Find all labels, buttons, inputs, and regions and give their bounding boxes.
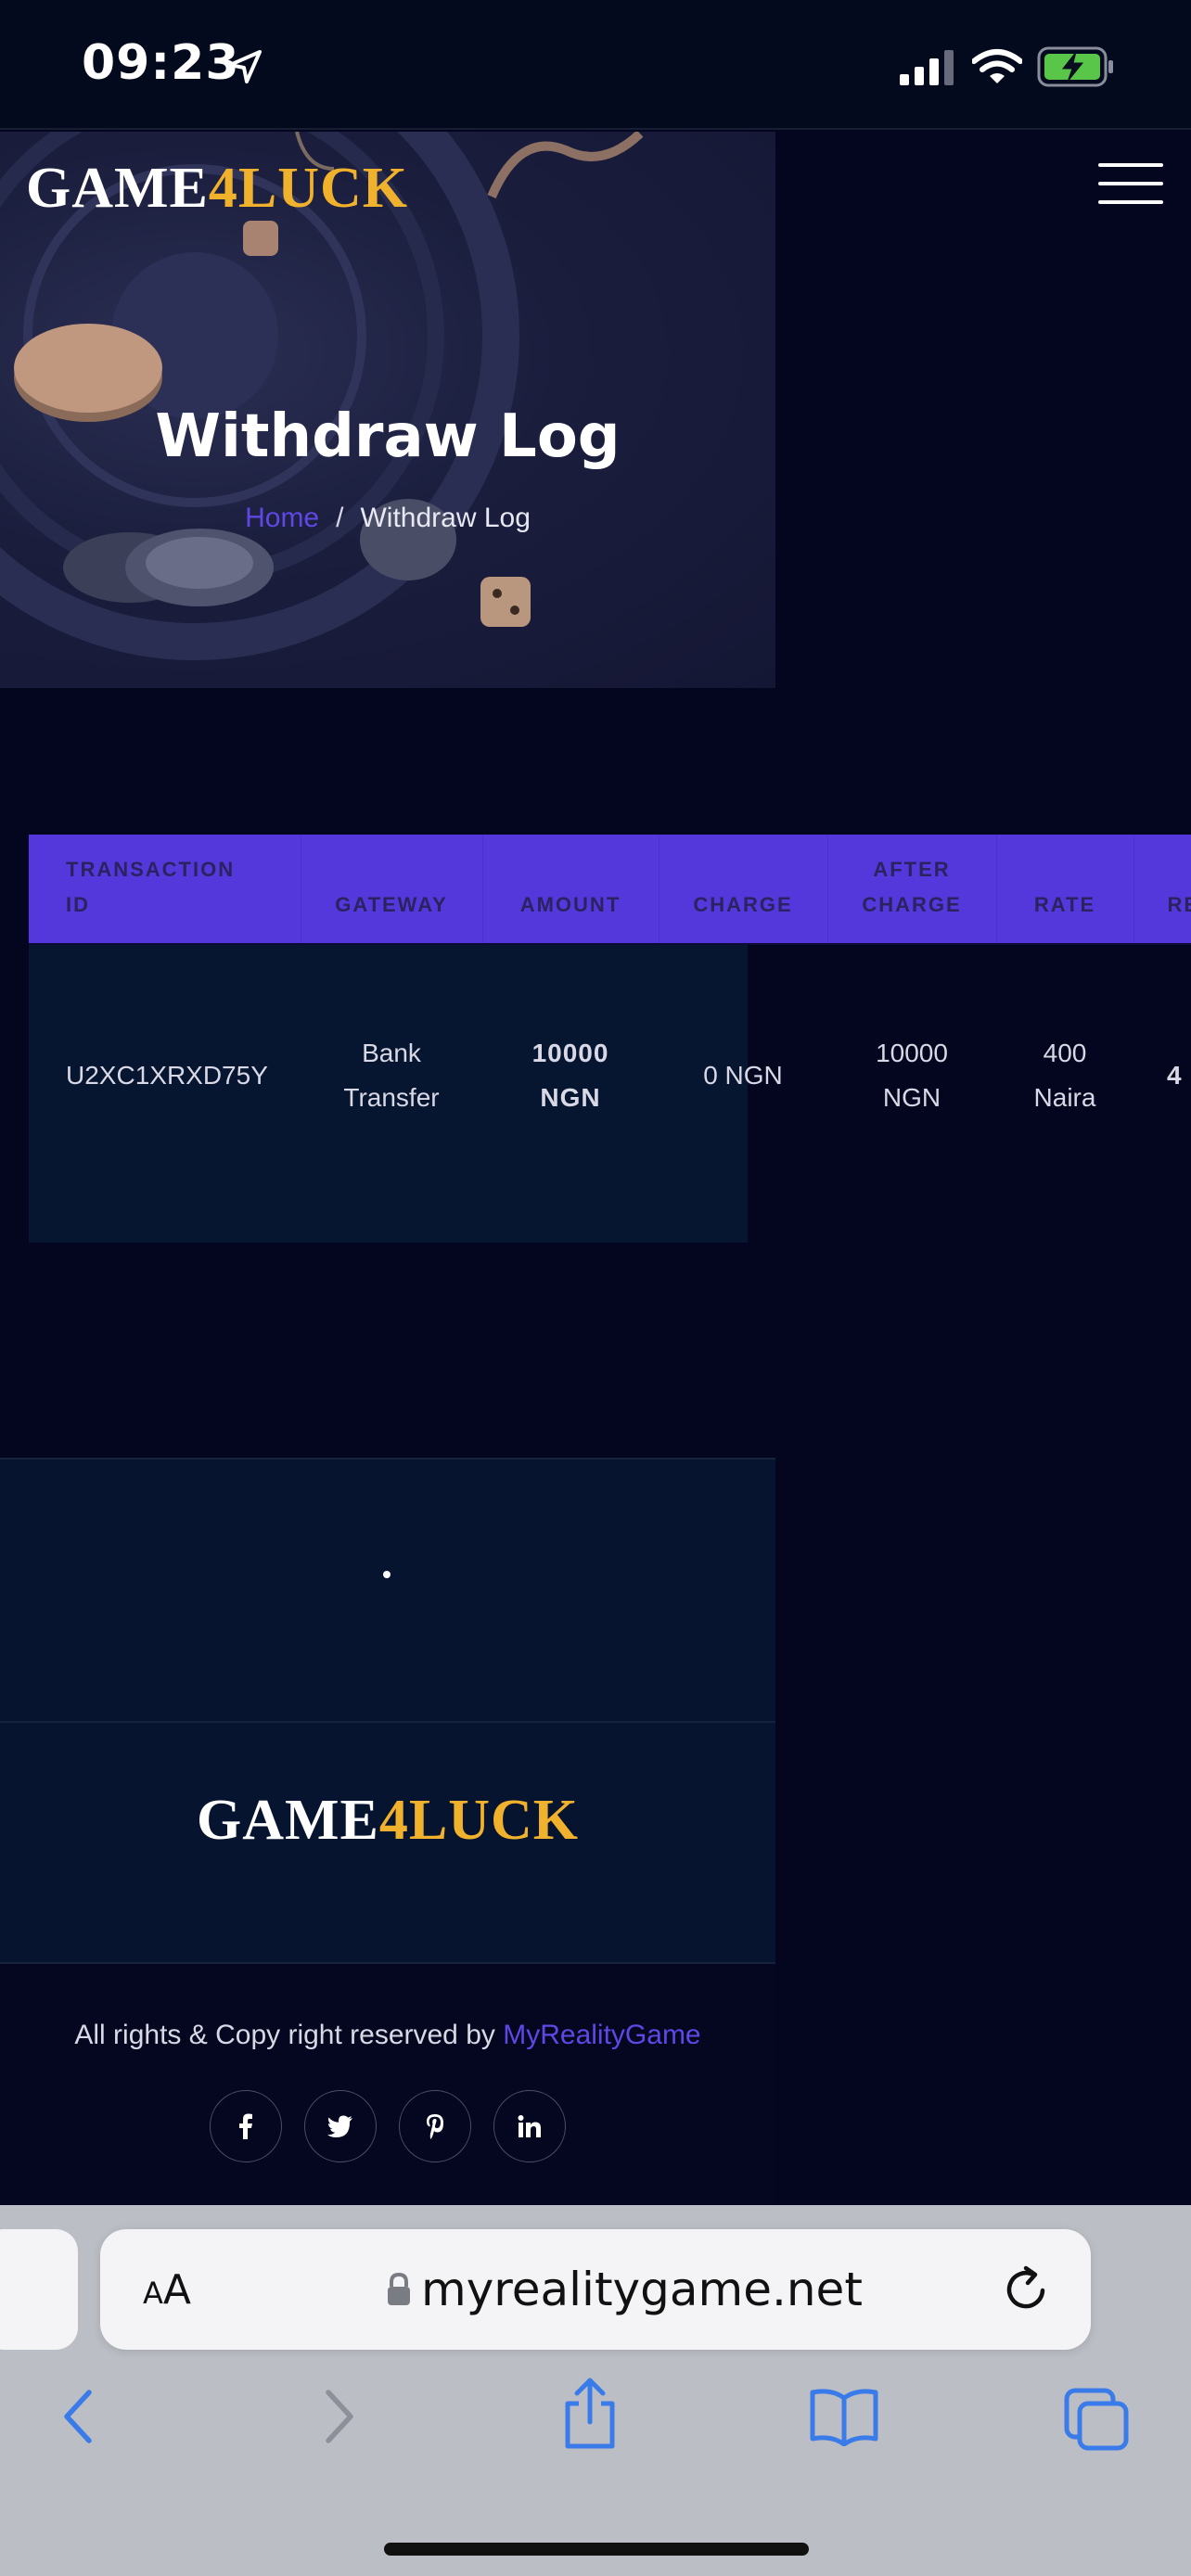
footer-bottom-section: All rights & Copy right reserved by MyRe…	[0, 1964, 775, 2205]
url-text[interactable]: myrealitygame.net	[421, 2263, 863, 2316]
column-header-charge: CHARGE	[659, 835, 828, 945]
column-header-after-charge: AFTER CHARGE	[827, 835, 997, 945]
copyright-text: All rights & Copy right reserved by MyRe…	[0, 2020, 775, 2051]
status-time: 09:23	[82, 35, 240, 91]
footer-logo[interactable]: GAME4LUCK	[0, 1788, 775, 1854]
pinterest-icon[interactable]	[399, 2090, 471, 2162]
lock-icon	[388, 2272, 410, 2305]
location-arrow-icon	[228, 50, 262, 83]
column-header-receivable: RE	[1133, 835, 1191, 945]
withdraw-log-table-container[interactable]: TRANSACTION ID GATEWAY AMOUNT CHARGE AFTE…	[29, 835, 1191, 1270]
status-bar: 09:23	[0, 0, 1191, 130]
copyright-brand-link[interactable]: MyRealityGame	[503, 2020, 700, 2050]
hamburger-menu-icon[interactable]	[1098, 163, 1163, 204]
cell-receivable: 4	[1167, 1060, 1182, 1090]
column-header-transaction-id: TRANSACTION ID	[29, 835, 301, 945]
site-logo[interactable]: GAME4LUCK	[26, 156, 408, 222]
facebook-icon[interactable]	[210, 2090, 282, 2162]
linkedin-icon[interactable]	[493, 2090, 566, 2162]
column-header-gateway: GATEWAY	[301, 835, 483, 945]
copyright-prefix: All rights & Copy right reserved by	[74, 2020, 504, 2050]
breadcrumb-home-link[interactable]: Home	[245, 503, 319, 533]
footer-top-section	[0, 1458, 775, 1721]
withdraw-log-table: TRANSACTION ID GATEWAY AMOUNT CHARGE AFTE…	[29, 835, 1191, 1243]
cell-gateway: Bank Transfer	[301, 944, 482, 1243]
right-overflow-area	[775, 1458, 1191, 2205]
cellular-signal-icon	[900, 50, 954, 85]
cell-transaction-id: U2XC1XRXD75Y	[29, 944, 301, 1243]
hero-banner: GAME4LUCK Withdraw Log Home / Withdraw Log	[0, 132, 775, 688]
reload-icon[interactable]	[1002, 2263, 1052, 2316]
table-header-row: TRANSACTION ID GATEWAY AMOUNT CHARGE AFTE…	[29, 835, 1191, 945]
back-arrow-icon[interactable]	[59, 2387, 96, 2446]
share-icon[interactable]	[560, 2378, 620, 2450]
forward-arrow-icon[interactable]	[321, 2387, 358, 2446]
logo-text-uck: UCK	[277, 157, 409, 220]
footer-logo-section: GAME4LUCK	[0, 1721, 775, 1964]
cell-amount: 10000 NGN	[482, 944, 659, 1243]
cell-after-charge: 10000 NGN	[876, 1038, 948, 1112]
browser-toolbar: AA myrealitygame.net	[0, 2205, 1191, 2576]
battery-charging-icon	[1037, 46, 1113, 87]
wifi-icon	[972, 49, 1022, 83]
home-indicator	[384, 2543, 809, 2556]
cell-rate: 400 Naira	[1033, 1038, 1096, 1112]
column-header-amount: AMOUNT	[482, 835, 660, 945]
reader-settings-button[interactable]: AA	[143, 2266, 191, 2314]
twitter-icon[interactable]	[304, 2090, 377, 2162]
breadcrumb-separator: /	[336, 503, 344, 533]
breadcrumb: Home / Withdraw Log	[0, 503, 775, 534]
logo-text-l: L	[237, 157, 278, 220]
cell-charge: 0 NGN	[659, 944, 827, 1243]
breadcrumb-current: Withdraw Log	[360, 503, 531, 533]
footer-logo-text-4: 4	[378, 1789, 409, 1852]
footer-logo-text-game: GAME	[196, 1789, 379, 1852]
bookmarks-icon[interactable]	[809, 2387, 879, 2446]
table-row: U2XC1XRXD75Y Bank Transfer 10000 NGN 0 NGN…	[29, 944, 1191, 1243]
column-header-rate: RATE	[996, 835, 1134, 945]
footer-logo-text-l: L	[408, 1789, 449, 1852]
logo-text-game: GAME	[26, 157, 209, 220]
social-links	[210, 2090, 581, 2164]
previous-tab-preview[interactable]	[0, 2229, 78, 2350]
address-bar[interactable]: AA myrealitygame.net	[100, 2229, 1091, 2350]
footer-dot	[383, 1571, 391, 1578]
tabs-overview-icon[interactable]	[1063, 2387, 1130, 2452]
footer-logo-text-uck: UCK	[448, 1789, 579, 1852]
logo-text-4: 4	[208, 157, 238, 220]
page-title: Withdraw Log	[155, 402, 621, 471]
